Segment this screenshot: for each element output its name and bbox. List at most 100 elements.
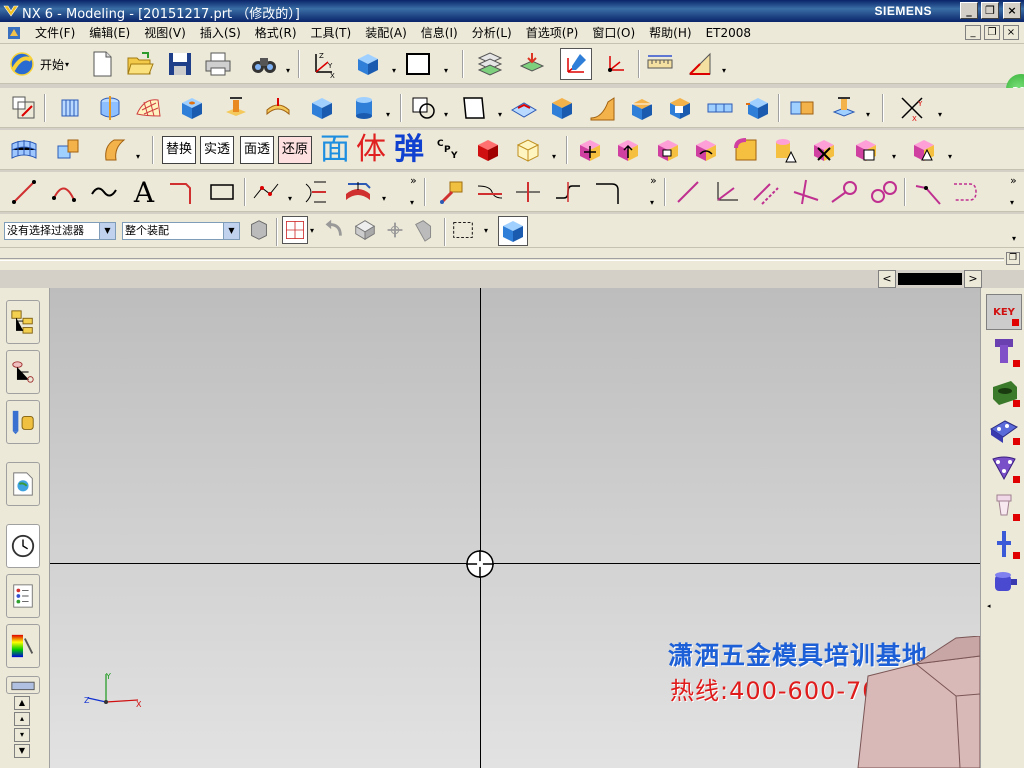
general-select-button[interactable]	[246, 216, 272, 244]
replace-face-button[interactable]	[690, 134, 722, 166]
dropdown-arrow[interactable]: ▾	[286, 66, 290, 75]
sketch-line-button[interactable]	[672, 176, 704, 208]
intersect-button[interactable]	[828, 92, 860, 124]
pull-face-button[interactable]	[612, 134, 644, 166]
cylinder-button[interactable]	[348, 92, 380, 124]
menu-window[interactable]: 窗口(O)	[585, 25, 642, 41]
sew-button[interactable]	[52, 134, 84, 166]
sketch-polyline-button[interactable]	[912, 176, 944, 208]
sketch-offset-button[interactable]	[950, 176, 982, 208]
block-button[interactable]	[306, 92, 338, 124]
menu-assemblies[interactable]: 装配(A)	[358, 25, 414, 41]
line-button[interactable]	[8, 176, 40, 208]
triangle-plate-palette-item[interactable]	[986, 450, 1022, 486]
point-set-button[interactable]	[250, 176, 282, 208]
face-glyph-button[interactable]: 面	[320, 132, 350, 168]
resize-chamfer-button[interactable]	[768, 134, 800, 166]
horizontal-scroll-control[interactable]: < >	[878, 270, 982, 288]
project-curve-button[interactable]	[342, 176, 374, 208]
stopper-palette-item[interactable]	[986, 564, 1022, 600]
shell-button[interactable]	[664, 92, 696, 124]
scroll-left-button[interactable]: <	[878, 270, 896, 288]
scroll-right-button[interactable]: >	[964, 270, 982, 288]
shaded-view-button[interactable]	[352, 48, 384, 80]
print-button[interactable]	[202, 48, 234, 80]
feature-select-button[interactable]	[412, 216, 438, 244]
thicken-button[interactable]	[546, 92, 578, 124]
graphics-window[interactable]: 潇洒五金模具培训基地 热线:400-600-7033 Y X Z	[50, 288, 980, 768]
measure-angle-button[interactable]	[684, 48, 716, 80]
save-button[interactable]	[164, 48, 196, 80]
dropdown-arrow[interactable]: ▾	[650, 198, 654, 207]
point-select-button[interactable]	[382, 216, 408, 244]
open-button[interactable]	[124, 48, 156, 80]
datum-plane-button[interactable]	[408, 92, 440, 124]
label-chamfer-button[interactable]	[908, 134, 940, 166]
dropdown-arrow[interactable]: ▾	[444, 66, 448, 75]
constraint-navigator-tab[interactable]	[6, 350, 40, 394]
restore-display-button[interactable]: 还原	[278, 136, 312, 164]
subtract-button[interactable]	[786, 92, 818, 124]
doc-restore-button[interactable]: ❐	[984, 25, 1000, 40]
trim-body-button[interactable]: YX	[896, 92, 928, 124]
face-transparent-button[interactable]: 面透	[240, 136, 274, 164]
move-face-button[interactable]	[574, 134, 606, 166]
toolbar-overflow[interactable]: »	[1010, 174, 1017, 187]
menu-help[interactable]: 帮助(H)	[642, 25, 698, 41]
dropdown-arrow[interactable]: ▾	[386, 110, 390, 119]
scroll-up-small-button[interactable]: ▴	[14, 712, 30, 726]
dropdown-arrow[interactable]: ▾	[498, 110, 502, 119]
unite-button[interactable]	[742, 92, 774, 124]
dropdown-arrow[interactable]: ▾	[866, 110, 870, 119]
menu-file[interactable]: 文件(F)	[28, 25, 82, 41]
sheet-button[interactable]	[458, 92, 490, 124]
scroll-down-button[interactable]: ▼	[14, 744, 30, 758]
edit-fillet-button[interactable]	[552, 176, 584, 208]
dropdown-arrow[interactable]: ▾	[382, 194, 386, 203]
measure-distance-button[interactable]	[644, 48, 676, 80]
new-button[interactable]	[86, 48, 118, 80]
menu-edit[interactable]: 编辑(E)	[82, 25, 137, 41]
menu-view[interactable]: 视图(V)	[137, 25, 193, 41]
spline-button[interactable]	[88, 176, 120, 208]
dropdown-arrow[interactable]: ▾	[722, 66, 726, 75]
t-slot-palette-item[interactable]	[986, 334, 1022, 370]
dropdown-arrow[interactable]: ▾	[392, 66, 396, 75]
scroll-down-small-button[interactable]: ▾	[14, 728, 30, 742]
text-button[interactable]: A	[128, 176, 160, 209]
restore-button[interactable]: ❐	[981, 2, 999, 19]
quick-pick-button[interactable]	[498, 216, 528, 246]
sketch-angle-button[interactable]	[710, 176, 742, 208]
dropdown-arrow[interactable]: ▾	[444, 110, 448, 119]
dropdown-arrow[interactable]: ▾	[1012, 234, 1016, 243]
replace-button[interactable]: 替换	[162, 136, 196, 164]
doc-close-button[interactable]: ×	[1003, 25, 1019, 40]
copy-coordinates-button[interactable]: CPY	[434, 134, 466, 166]
dropdown-arrow[interactable]: ▾	[938, 110, 942, 119]
spring-glyph-button[interactable]: 弹	[394, 132, 424, 168]
wcs-orient-button[interactable]: ZYX	[306, 48, 338, 80]
rectangle-button[interactable]	[206, 176, 238, 208]
visualization-tab[interactable]	[6, 624, 40, 668]
blend-button[interactable]	[586, 92, 618, 124]
document-menu-icon[interactable]	[6, 25, 22, 41]
key-palette-item[interactable]: KEY	[986, 294, 1022, 330]
body-select-button[interactable]	[352, 216, 378, 244]
roles-tab[interactable]	[6, 676, 40, 694]
undo-selection-button[interactable]	[320, 216, 346, 244]
layer-settings-button[interactable]	[474, 48, 506, 80]
start-button[interactable]: 开始 ▾	[8, 48, 84, 80]
palette-more-arrow[interactable]: ◂	[987, 602, 991, 610]
model-part-body[interactable]	[856, 636, 980, 768]
dropdown-arrow[interactable]: ▾	[948, 152, 952, 161]
title-bar[interactable]: NX 6 - Modeling - [20151217.prt （修改的）] S…	[0, 0, 1024, 22]
menu-analysis[interactable]: 分析(L)	[465, 25, 519, 41]
expand-panel-button[interactable]: ❐	[1006, 252, 1020, 265]
minimize-button[interactable]: _	[960, 2, 978, 19]
wcs-origin-button[interactable]	[600, 48, 632, 80]
offset-face-button[interactable]	[508, 92, 540, 124]
revolve-button[interactable]	[94, 92, 126, 124]
arc-button[interactable]	[48, 176, 80, 208]
menu-preferences[interactable]: 首选项(P)	[519, 25, 586, 41]
scroll-thumb[interactable]	[898, 273, 962, 285]
